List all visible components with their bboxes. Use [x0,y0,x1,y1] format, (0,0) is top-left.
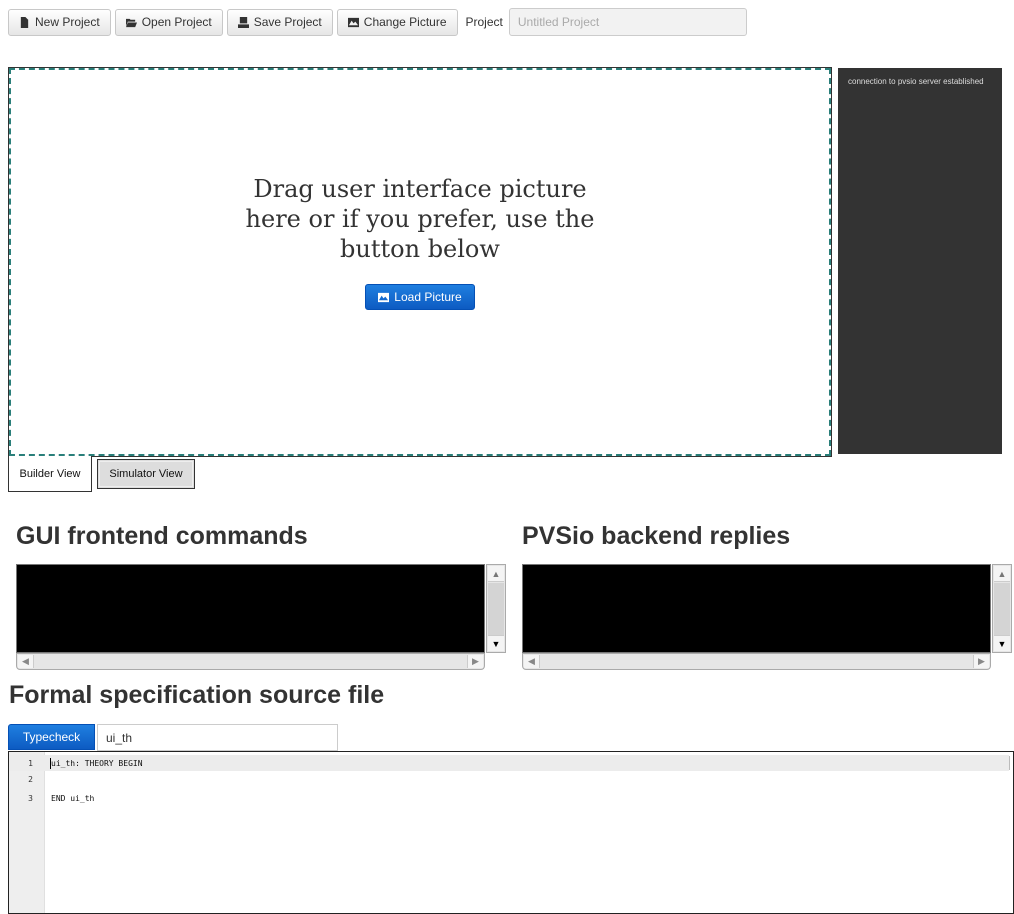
spec-file-heading: Formal specification source file [9,681,385,709]
line-number: 1 [28,758,33,768]
save-project-label: Save Project [253,15,322,29]
tab-builder-label: Builder View [19,467,81,480]
save-icon [237,16,249,28]
gui-commands-vertical-scrollbar[interactable]: ▲ ▼ [486,564,506,653]
tab-builder-view[interactable]: Builder View [8,456,92,492]
line-text: END ui_th [51,793,95,803]
new-project-label: New Project [35,15,100,29]
load-picture-label: Load Picture [394,290,462,304]
picture-dropzone[interactable]: Drag user interface picture here or if y… [8,67,832,457]
scroll-down-icon[interactable]: ▼ [994,635,1010,651]
backend-replies-log: ▲ ▼ ◀ ▶ [522,564,1012,672]
dropzone-dashed-area: Drag user interface picture here or if y… [9,68,831,456]
scroll-right-icon[interactable]: ▶ [973,655,989,668]
file-icon [20,16,29,28]
toolbar: New Project Open Project Save Project Ch… [8,8,747,36]
tab-simulator-label: Simulator View [109,468,183,480]
folder-open-icon [125,18,137,27]
save-project-button[interactable]: Save Project [226,8,333,36]
editor-scrollbar[interactable] [1009,756,1013,770]
scroll-left-icon[interactable]: ◀ [524,655,540,668]
gui-commands-log: ▲ ▼ ◀ ▶ [16,564,506,672]
tab-simulator-view[interactable]: Simulator View [97,459,195,489]
code-line: 3 END ui_th [9,790,1009,806]
project-name-input[interactable] [508,8,747,36]
picture-icon [347,17,359,27]
console-message: connection to pvsio server established [848,77,984,86]
change-picture-button[interactable]: Change Picture [336,8,458,36]
open-project-button[interactable]: Open Project [114,8,223,36]
scroll-right-icon[interactable]: ▶ [467,655,483,668]
scroll-up-icon[interactable]: ▲ [994,566,1010,582]
backend-replies-textarea[interactable] [522,564,991,653]
backend-replies-horizontal-scrollbar[interactable]: ◀ ▶ [522,653,991,670]
change-picture-label: Change Picture [363,15,447,29]
scroll-thumb[interactable] [994,583,1010,635]
gui-commands-horizontal-scrollbar[interactable]: ◀ ▶ [16,653,485,670]
scroll-left-icon[interactable]: ◀ [18,655,34,668]
gui-commands-textarea[interactable] [16,564,485,653]
line-number: 3 [28,793,33,803]
load-picture-button[interactable]: Load Picture [365,284,475,310]
code-line: 2 [9,771,1009,787]
new-project-button[interactable]: New Project [8,8,111,36]
backend-replies-vertical-scrollbar[interactable]: ▲ ▼ [992,564,1012,653]
typecheck-button[interactable]: Typecheck [8,724,95,750]
open-project-label: Open Project [141,15,212,29]
scroll-thumb[interactable] [488,583,504,635]
code-line: 1 ui_th: THEORY BEGIN [9,755,1009,771]
line-number: 2 [28,774,33,784]
line-text: ui_th: THEORY BEGIN [51,758,143,768]
project-label: Project [465,15,503,29]
dropzone-message: Drag user interface picture here or if y… [245,175,595,263]
backend-replies-heading: PVSio backend replies [522,522,791,550]
gui-commands-heading: GUI frontend commands [16,522,308,550]
scroll-up-icon[interactable]: ▲ [488,566,504,582]
picture-icon [378,292,390,302]
spec-code-editor[interactable]: 1 ui_th: THEORY BEGIN 2 3 END ui_th [8,751,1014,914]
console-panel: connection to pvsio server established [838,68,1002,454]
scroll-down-icon[interactable]: ▼ [488,635,504,651]
theory-name-input[interactable] [97,724,338,751]
